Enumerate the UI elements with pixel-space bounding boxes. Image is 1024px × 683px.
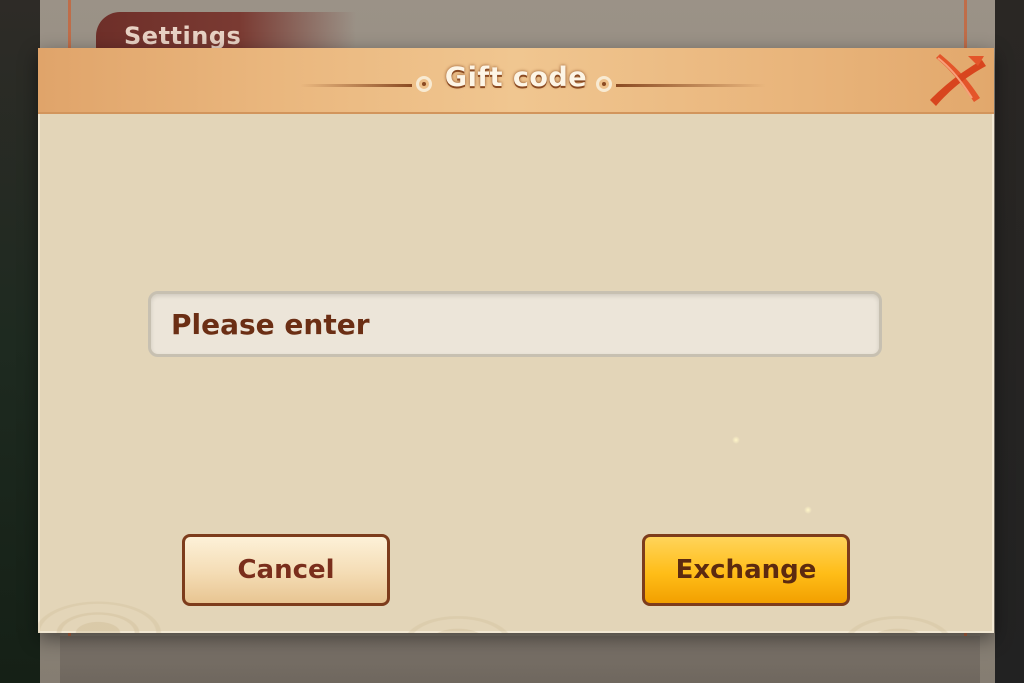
background-bottom-band: [60, 636, 980, 683]
gift-code-dialog: Gift code Cancel Exchange: [38, 48, 994, 633]
gift-code-input[interactable]: [148, 291, 882, 357]
cancel-button[interactable]: Cancel: [182, 534, 390, 606]
close-x-icon: [930, 54, 986, 106]
exchange-button-label: Exchange: [675, 555, 817, 585]
background-right-scenery: [995, 0, 1024, 683]
sparkle-effect: [732, 436, 740, 444]
knot-ornament-icon: [596, 76, 612, 92]
exchange-button[interactable]: Exchange: [642, 534, 850, 606]
title-right-rule: [616, 84, 766, 87]
close-button[interactable]: [928, 52, 988, 108]
background-left-scenery: [0, 0, 40, 683]
cancel-button-label: Cancel: [237, 555, 335, 585]
dialog-title: Gift code: [444, 62, 588, 93]
dialog-title-bar: Gift code: [38, 48, 994, 114]
settings-tab-label: Settings: [124, 22, 242, 50]
game-screen: Settings Gift code Cancel Exchange: [0, 0, 1024, 683]
sparkle-effect: [804, 506, 812, 514]
